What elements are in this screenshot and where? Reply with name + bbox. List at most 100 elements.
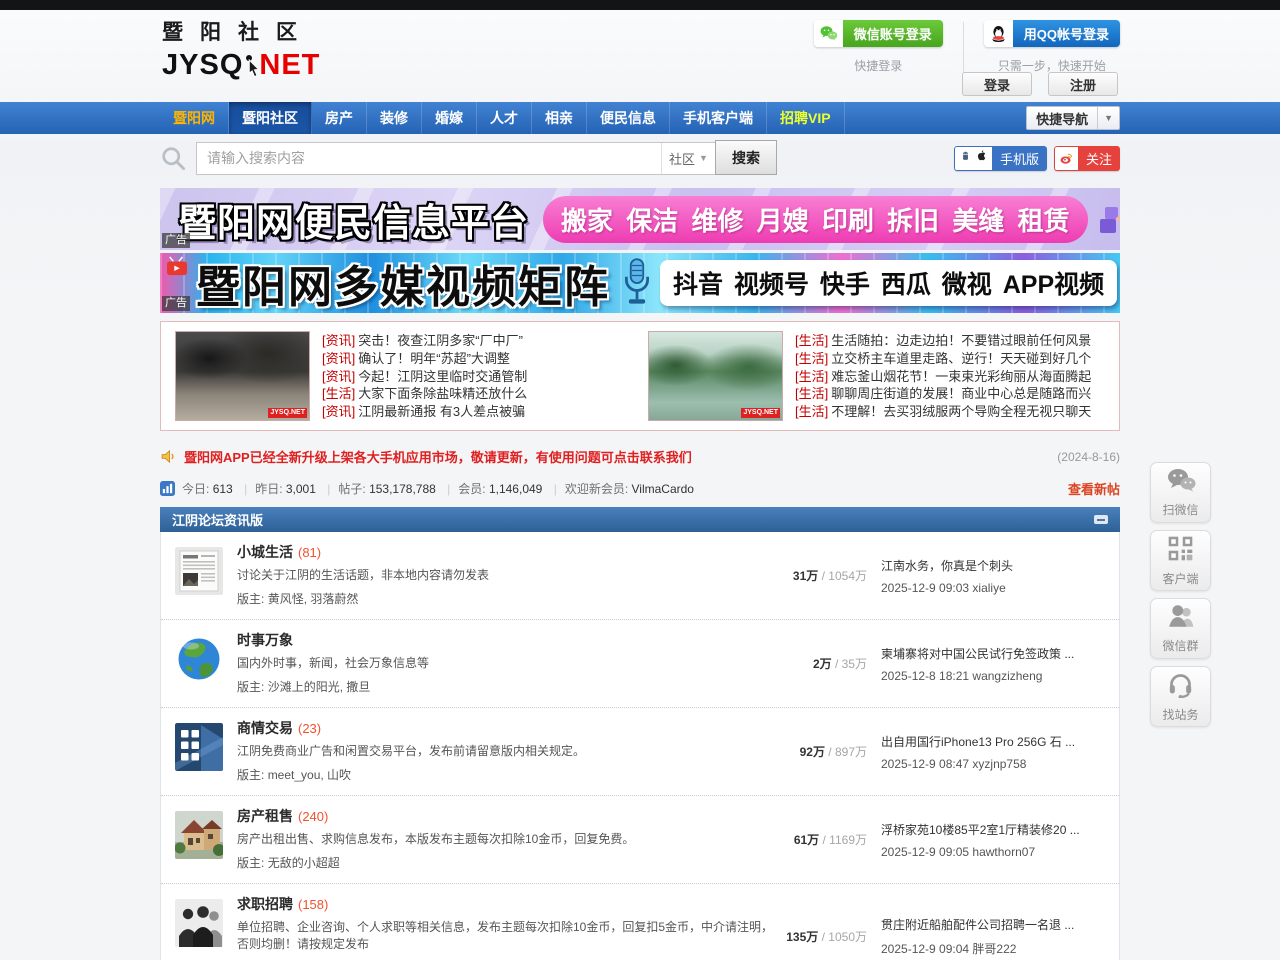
forum-moderators[interactable]: 版主: 无敌的小超超 — [237, 854, 777, 871]
site-logo[interactable]: 暨阳社区 JYSQ NET — [162, 16, 320, 84]
forum-moderators[interactable]: 版主: 黄风怪, 羽落蔚然 — [237, 590, 777, 607]
news-category-tag: [生活] — [795, 386, 828, 401]
top-strip — [0, 0, 1280, 10]
news-link[interactable]: [资讯]确认了！明年“苏超”大调整 — [322, 350, 642, 367]
search-input[interactable] — [197, 143, 661, 174]
news-photo-right[interactable]: JYSQ.NET — [648, 331, 783, 421]
search-icon — [160, 145, 187, 172]
news-category-tag: [资讯] — [322, 369, 355, 384]
forum-lastpost[interactable]: 出自用国行iPhone13 Pro 256G 石 ... 2025-12-9 0… — [881, 733, 1107, 771]
forum-moderators[interactable]: 版主: 沙滩上的阳光, 撒旦 — [237, 678, 777, 695]
headset-icon — [1167, 671, 1194, 703]
globe-icon[interactable] — [175, 635, 223, 683]
news-col-left: [资讯]突击！夜查江阴多家“厂中厂” [资讯]确认了！明年“苏超”大调整 [资讯… — [322, 330, 642, 422]
search-button[interactable]: 搜索 — [715, 140, 777, 175]
house-icon[interactable] — [175, 811, 223, 859]
news-link[interactable]: [生活]不理解！去买羽绒服两个导购全程无视只聊天 — [795, 403, 1117, 420]
nav-item-1[interactable]: 暨阳网 — [160, 102, 229, 134]
news-link[interactable]: [资讯]今起！江阴这里临时交通管制 — [322, 368, 642, 385]
register-button[interactable]: 注册 — [1048, 72, 1118, 96]
microphone-icon — [622, 258, 652, 313]
view-new-posts-link[interactable]: 查看新帖 — [1068, 479, 1120, 498]
float-button[interactable]: 微信群 — [1150, 598, 1211, 659]
forum-lastpost[interactable]: 浮桥家苑10楼85平2室1厅精装修20 ... 2025-12-9 09:05 … — [881, 821, 1107, 859]
qrcode-icon — [1167, 535, 1194, 567]
nav-item-4[interactable]: 装修 — [367, 102, 422, 134]
float-button[interactable]: 找站务 — [1150, 666, 1211, 727]
wechat-login-button[interactable]: 微信账号登录 — [814, 20, 943, 47]
qq-login-button[interactable]: 用QQ帐号登录 — [984, 20, 1120, 47]
group-icon — [1167, 603, 1195, 634]
forum-title-link[interactable]: 小城生活 — [237, 544, 293, 560]
people-icon[interactable] — [175, 899, 223, 947]
mobile-version-button[interactable]: 手机版 — [954, 146, 1047, 171]
divider — [963, 22, 964, 78]
ad-banner-video[interactable]: 暨阳网多媒视频矩阵 抖音 视频号 快手 西瓜 微视 APP视频 广告 — [160, 253, 1120, 313]
forum-section-title: 江阴论坛资讯版 — [172, 510, 263, 529]
float-sidebar: 扫微信 客户端 微信群 找站务 — [1150, 462, 1212, 734]
forum-title-link[interactable]: 求职招聘 — [237, 896, 293, 912]
announcement-bar: 暨阳网APP已经全新升级上架各大手机应用市场，敬请更新，有使用问题可点击联系我们… — [160, 447, 1120, 466]
apple-icon — [975, 149, 988, 167]
forum-lastpost[interactable]: 江南水务，你真是个刺头 2025-12-9 09:03 xialiye — [881, 557, 1107, 595]
forum-row: 时事万象 国内外时事，新闻，社会万象信息等 版主: 沙滩上的阳光, 撒旦 2万 … — [161, 620, 1119, 708]
weibo-icon — [1054, 146, 1078, 171]
market-icon[interactable] — [175, 723, 223, 771]
forum-title-link[interactable]: 房产租售 — [237, 808, 293, 824]
forum-stats: 135万 / 1050万 — [777, 928, 867, 945]
ad-banner-services[interactable]: 暨阳网便民信息平台 搬家 保洁 维修 月嫂 印刷 拆旧 美缝 租赁 广告 — [160, 188, 1120, 250]
news-category-tag: [资讯] — [322, 333, 355, 348]
nav-item-7[interactable]: 相亲 — [532, 102, 587, 134]
nav-item-2[interactable]: 暨阳社区 — [229, 102, 312, 134]
weibo-follow-button[interactable]: 关注 — [1054, 146, 1120, 171]
forum-description: 讨论关于江阴的生活话题，非本地内容请勿发表 — [237, 567, 777, 584]
forum-moderators[interactable]: 版主: meet_you, 山吹 — [237, 766, 777, 783]
main-nav: 暨阳网 暨阳社区 房产 装修 婚嫁 人才 相亲 便民信息 手机客户端 招聘VIP… — [160, 102, 1120, 134]
quick-nav-button[interactable]: 快捷导航 ▼ — [1026, 106, 1120, 130]
news-category-tag: [资讯] — [322, 351, 355, 366]
nav-item-10[interactable]: 招聘VIP — [767, 102, 845, 134]
float-button[interactable]: 扫微信 — [1150, 462, 1211, 523]
news-link[interactable]: [资讯]突击！夜查江阴多家“厂中厂” — [322, 332, 642, 349]
news-link[interactable]: [生活]生活随拍：边走边拍！不要错过眼前任何风景 — [795, 332, 1117, 349]
news-photo-left[interactable]: JYSQ.NET — [175, 331, 310, 421]
forum-today-count: (81) — [298, 545, 321, 560]
forum-lastpost[interactable]: 贯庄附近船舶配件公司招聘一名退 ... 2025-12-9 09:04 胖哥22… — [881, 916, 1107, 957]
search-row-right: 手机版 关注 — [954, 146, 1120, 171]
nav-item-5[interactable]: 婚嫁 — [422, 102, 477, 134]
news-link[interactable]: [资讯]江阴最新通报 有3人差点被骗 — [322, 403, 642, 420]
forum-stats: 2万 / 35万 — [777, 655, 867, 672]
newspaper-icon[interactable] — [175, 547, 223, 595]
search-scope-select[interactable]: 社区 ▼ — [661, 143, 715, 174]
news-link[interactable]: [生活]聊聊周庄街道的发展！商业中心总是随路而兴 — [795, 385, 1117, 402]
banner1-services: 搬家 保洁 维修 月嫂 印刷 拆旧 美缝 租赁 — [543, 196, 1088, 243]
forum-title-link[interactable]: 时事万象 — [237, 632, 293, 648]
nav-item-8[interactable]: 便民信息 — [587, 102, 670, 134]
news-link[interactable]: [生活]难忘釜山烟花节！一束束光彩绚丽从海面腾起 — [795, 368, 1117, 385]
wechat-caption: 快捷登录 — [814, 57, 943, 74]
logo-chinese-text: 暨阳社区 — [162, 16, 320, 46]
nav-item-3[interactable]: 房产 — [312, 102, 367, 134]
forum-row: 求职招聘(158) 单位招聘、企业咨询、个人求职等相关信息，发布主题每次扣除10… — [161, 884, 1119, 960]
collapse-button[interactable] — [1094, 515, 1108, 524]
watermark: JYSQ.NET — [268, 408, 307, 418]
banner2-services: 抖音 视频号 快手 西瓜 微视 APP视频 — [660, 260, 1117, 306]
nav-item-9[interactable]: 手机客户端 — [670, 102, 767, 134]
forum-today-count: (158) — [298, 897, 328, 912]
forum-lastpost[interactable]: 柬埔寨将对中国公民试行免签政策 ... 2025-12-8 18:21 wang… — [881, 645, 1107, 683]
banner2-title: 暨阳网多媒视频矩阵 — [196, 253, 610, 313]
news-link[interactable]: [生活]立交桥主车道里走路、逆行！天天碰到好几个 — [795, 350, 1117, 367]
float-button[interactable]: 客户端 — [1150, 530, 1211, 591]
login-area: 微信账号登录 快捷登录 用QQ帐号登录 只需一步，快速开始 — [814, 20, 1120, 78]
announcement-date: (2024-8-16) — [1057, 450, 1120, 464]
nav-item-6[interactable]: 人才 — [477, 102, 532, 134]
forum-row: 小城生活 (81) 讨论关于江阴的生活话题，非本地内容请勿发表 版主: 黄风怪, … — [161, 532, 1119, 620]
news-category-tag: [生活] — [795, 333, 828, 348]
news-link[interactable]: [生活]大家下面条除盐味精还放什么 — [322, 385, 642, 402]
stat-item: 今日: 613 — [182, 482, 233, 496]
watermark: JYSQ.NET — [741, 408, 780, 418]
forum-title-link[interactable]: 商情交易 — [237, 720, 293, 736]
auth-buttons: 登录 注册 — [962, 72, 1118, 96]
announcement-link[interactable]: 暨阳网APP已经全新升级上架各大手机应用市场，敬请更新，有使用问题可点击联系我们 — [184, 447, 692, 466]
login-button[interactable]: 登录 — [962, 72, 1032, 96]
